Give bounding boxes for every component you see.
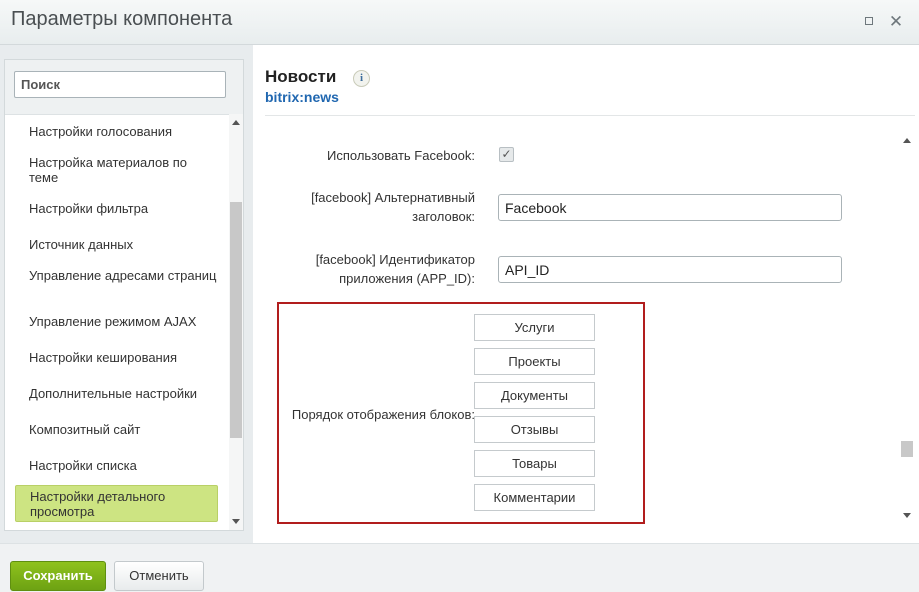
dialog-footer: Сохранить Отменить [0,543,919,592]
app-id-input[interactable] [498,256,842,283]
scroll-down-icon[interactable] [903,513,911,518]
sidebar-item-composite[interactable]: Композитный сайт [15,420,218,437]
sidebar-item-additional[interactable]: Дополнительные настройки [15,384,218,401]
dialog-titlebar: Параметры компонента ✕ [0,0,919,45]
divider [265,115,915,116]
alt-title-input[interactable] [498,194,842,221]
order-block-products[interactable]: Товары [474,450,595,477]
sidebar-item-cache[interactable]: Настройки кеширования [15,348,218,365]
sidebar-item-detail-view[interactable]: Настройки детального просмотра [15,485,218,522]
scroll-up-icon[interactable] [903,138,911,143]
order-block-documents[interactable]: Документы [474,382,595,409]
sidebar-item-list-settings[interactable]: Настройки списка [15,456,218,473]
settings-panel: Новости i bitrix:news Использовать Faceb… [253,45,919,543]
sidebar-item-data-source[interactable]: Источник данных [15,235,218,252]
scroll-down-icon[interactable] [232,519,240,524]
scroll-up-icon[interactable] [232,120,240,125]
order-block-services[interactable]: Услуги [474,314,595,341]
block-order-label: Порядок отображения блоков: [291,407,475,422]
info-icon[interactable]: i [353,70,370,87]
order-block-projects[interactable]: Проекты [474,348,595,375]
search-area [5,60,243,115]
scrollbar-thumb[interactable] [901,441,913,457]
scrollbar-thumb[interactable] [230,202,242,438]
order-block-reviews[interactable]: Отзывы [474,416,595,443]
search-input[interactable] [14,71,226,98]
cancel-button[interactable]: Отменить [114,561,204,591]
use-facebook-checkbox[interactable]: ✓ [499,147,514,162]
sidebar-item-page-urls[interactable]: Управление адресами страниц [15,266,218,283]
maximize-icon[interactable] [861,13,879,31]
sidebar-item-voting[interactable]: Настройки голосования [15,122,218,139]
save-button[interactable]: Сохранить [10,561,106,591]
alt-title-label: [facebook] Альтернативный заголовок: [311,190,475,224]
app-id-label: [facebook] Идентификатор приложения (APP… [315,252,475,286]
use-facebook-label: Использовать Facebook: [327,148,475,163]
panel-scrollbar[interactable] [900,133,914,523]
sidebar-item-related-materials[interactable]: Настройка материалов по теме [15,153,218,185]
dialog-title: Параметры компонента [11,8,233,30]
sidebar-item-ajax[interactable]: Управление режимом AJAX [15,312,218,329]
component-title: Новости [265,67,337,86]
order-block-comments[interactable]: Комментарии [474,484,595,511]
sidebar: Настройки голосования Настройка материал… [4,59,244,531]
close-icon[interactable]: ✕ [887,13,905,31]
component-code: bitrix:news [265,89,339,105]
sidebar-item-filter[interactable]: Настройки фильтра [15,199,218,216]
sidebar-scrollbar[interactable] [229,114,243,530]
